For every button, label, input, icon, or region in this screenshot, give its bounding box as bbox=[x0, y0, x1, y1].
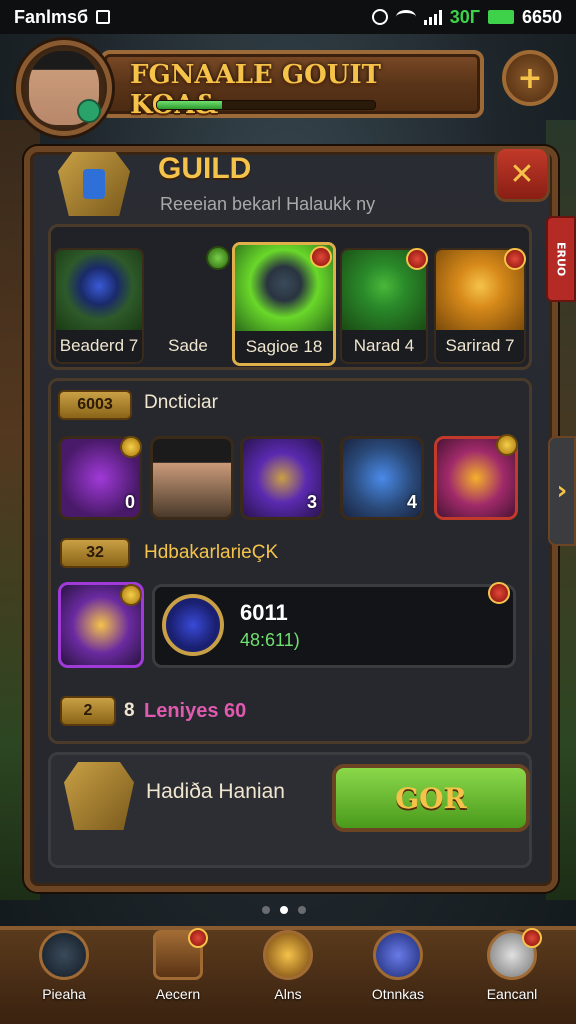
gem-count: 3 bbox=[306, 492, 317, 512]
close-button[interactable]: ✕ bbox=[494, 146, 550, 202]
screenshot-icon bbox=[96, 10, 111, 24]
notification-dot bbox=[406, 248, 428, 270]
side-tab-label: ERUO bbox=[554, 241, 568, 277]
chevron-right-icon: › bbox=[556, 476, 568, 506]
level-label: Leniyes 60 bbox=[144, 700, 247, 722]
green-gem-icon bbox=[206, 246, 230, 270]
notification-dot bbox=[522, 928, 542, 948]
close-icon: ✕ bbox=[509, 156, 535, 192]
reward-value: 6011 bbox=[240, 600, 288, 625]
page-indicator bbox=[262, 906, 306, 914]
star-badge-icon bbox=[496, 434, 518, 456]
nav-label: Aecern bbox=[155, 986, 201, 1002]
nav-label: Eancanl bbox=[486, 986, 538, 1002]
count-tag: 2 bbox=[60, 696, 116, 726]
count-tag: 6003 bbox=[58, 390, 132, 420]
item-slot-1[interactable]: Beaderd 7 bbox=[54, 248, 144, 364]
guild-leader-name: Hadiða Hanian bbox=[146, 780, 285, 803]
guild-subtitle: Reeeian bekarl Halaukk ny bbox=[160, 194, 376, 214]
globe-icon bbox=[373, 930, 423, 980]
star-badge-icon bbox=[120, 584, 142, 606]
experience-bar-fill bbox=[157, 101, 223, 109]
status-bar: Fanlmsб 30Г 6650 bbox=[0, 0, 576, 34]
page-dot bbox=[298, 906, 306, 914]
item-slot-label: Beaderd 7 bbox=[56, 330, 142, 362]
battery-text: 30Г bbox=[449, 6, 480, 27]
section-label: Dncticiar bbox=[144, 392, 218, 413]
nav-item-3[interactable]: Alns bbox=[238, 930, 338, 1002]
signal-icon bbox=[423, 9, 442, 25]
gem-count: 0 bbox=[124, 492, 135, 512]
battery-icon bbox=[487, 10, 514, 24]
notification-dot bbox=[488, 582, 510, 604]
shield-gem-icon bbox=[56, 250, 142, 330]
section-label: HdbakarlarieÇK bbox=[144, 542, 279, 563]
reward-timer: 48:611) bbox=[240, 630, 300, 650]
hammer-icon bbox=[263, 930, 313, 980]
game-title: FGNAALE GOUIT KOA& bbox=[130, 60, 381, 120]
player-avatar[interactable] bbox=[16, 40, 112, 136]
star-badge-icon bbox=[120, 436, 142, 458]
nav-label: Pieaha bbox=[42, 986, 86, 1002]
page-dot-active bbox=[280, 906, 288, 914]
avatar-level-badge-icon bbox=[77, 99, 101, 123]
nav-label: Otnnkas bbox=[371, 986, 425, 1002]
go-button[interactable]: GOR bbox=[332, 764, 530, 832]
side-event-tab[interactable]: ERUO bbox=[546, 216, 576, 302]
alarm-icon bbox=[371, 9, 388, 25]
wifi-icon bbox=[395, 10, 416, 24]
nav-item-5[interactable]: Eancanl bbox=[462, 928, 562, 1002]
next-page-arrow[interactable]: › bbox=[548, 436, 576, 546]
gem-slot-3[interactable]: 3 bbox=[240, 436, 324, 520]
notification-dot bbox=[504, 248, 526, 270]
level-number: 8 bbox=[124, 700, 135, 721]
guild-emblem-icon bbox=[58, 152, 130, 216]
add-button[interactable]: + bbox=[502, 50, 558, 106]
count-tag: 32 bbox=[60, 538, 130, 568]
plus-icon: + bbox=[517, 60, 543, 96]
hero-portrait-slot[interactable] bbox=[150, 436, 234, 520]
reward-coin-icon bbox=[162, 594, 224, 656]
experience-bar bbox=[156, 100, 376, 110]
item-slot-label: Sarirad 7 bbox=[436, 330, 524, 362]
gem-slot-4[interactable]: 4 bbox=[340, 436, 424, 520]
lightning-icon bbox=[39, 930, 89, 980]
nav-label: Alns bbox=[274, 986, 302, 1002]
page-dot bbox=[262, 906, 270, 914]
status-time: 6650 bbox=[521, 6, 562, 27]
item-slot-label: Sagioe 18 bbox=[235, 331, 333, 363]
notification-dot bbox=[310, 246, 332, 268]
guild-title: GUILD bbox=[158, 152, 252, 185]
item-slot-label: Sade bbox=[168, 336, 208, 355]
nav-item-1[interactable]: Pieaha bbox=[14, 930, 114, 1002]
nav-item-4[interactable]: Otnnkas bbox=[348, 930, 448, 1002]
notification-dot bbox=[188, 928, 208, 948]
item-slot-label: Narad 4 bbox=[342, 330, 426, 362]
guild-crest-icon bbox=[64, 762, 134, 830]
status-carrier: Fanlmsб bbox=[14, 6, 89, 27]
gem-count: 4 bbox=[406, 492, 417, 512]
nav-item-2[interactable]: Aecern bbox=[128, 928, 228, 1002]
